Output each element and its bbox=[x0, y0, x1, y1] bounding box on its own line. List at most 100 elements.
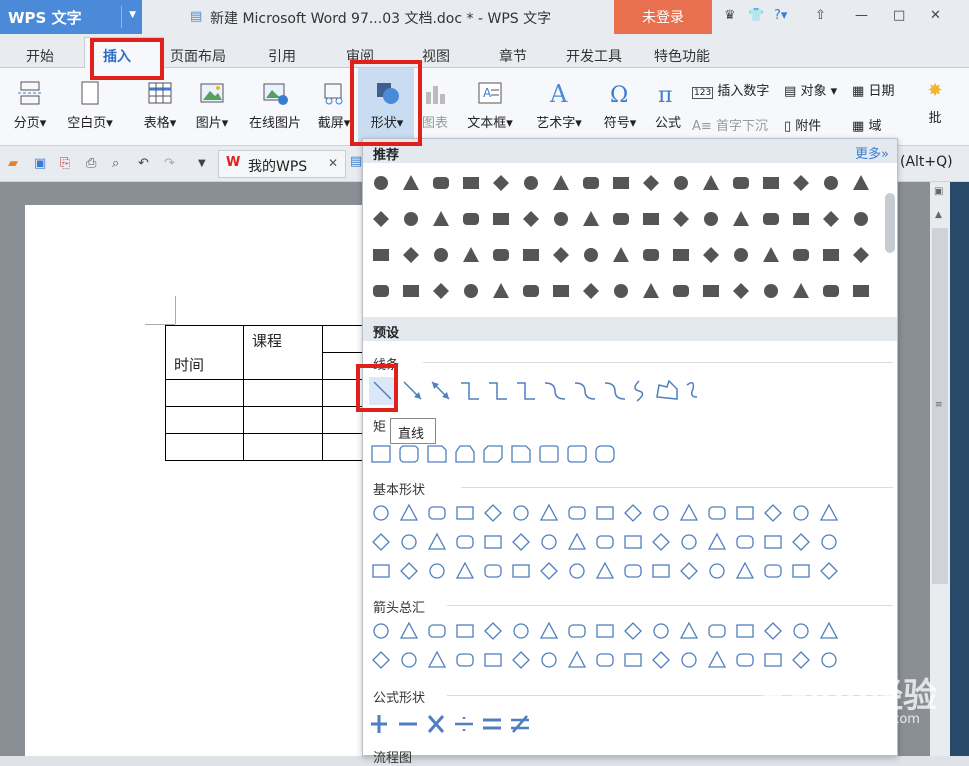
page-break-button[interactable]: 分页▾ bbox=[8, 80, 52, 131]
tab-developer[interactable]: 开发工具 bbox=[566, 46, 622, 66]
shape-option bbox=[553, 175, 569, 190]
pi-icon: π bbox=[658, 83, 672, 106]
shape-option bbox=[793, 175, 809, 191]
table-cell[interactable] bbox=[322, 433, 363, 461]
shape-option bbox=[463, 213, 479, 225]
app-menu-button[interactable]: WPS 文字 ▼ bbox=[0, 0, 142, 34]
table-cell[interactable] bbox=[243, 379, 323, 407]
section-divider bbox=[447, 605, 893, 606]
more-link[interactable]: 更多» bbox=[855, 143, 889, 162]
print-icon[interactable]: ⎙ bbox=[86, 156, 96, 171]
shape-option bbox=[512, 651, 530, 669]
insert-number-button[interactable]: 123 插入数字 bbox=[692, 80, 769, 99]
export-pdf-icon[interactable]: ⎘ bbox=[60, 156, 70, 171]
skin-icon[interactable]: ♛ bbox=[724, 8, 736, 23]
shape-option bbox=[653, 623, 669, 639]
highlight-line-shape bbox=[356, 364, 398, 412]
attachment-button[interactable]: ▯ 附件 bbox=[784, 115, 821, 134]
elbow-connector-shape bbox=[461, 382, 479, 400]
round-same-side-shape bbox=[567, 445, 587, 463]
shape-option bbox=[434, 248, 448, 262]
doc-tab-icon[interactable]: ▤ bbox=[350, 154, 362, 169]
date-button[interactable]: ▦ 日期 bbox=[852, 80, 894, 99]
shirt-icon[interactable]: 👕 bbox=[748, 8, 764, 23]
shape-option bbox=[493, 213, 509, 225]
shape-option bbox=[764, 564, 782, 578]
table-button[interactable]: 表格▾ bbox=[138, 80, 182, 131]
object-button[interactable]: ▤ 对象 ▾ bbox=[784, 80, 837, 99]
schedule-table[interactable]: 课程 时间 bbox=[165, 325, 363, 461]
textbox-button[interactable]: A 文本框▾ bbox=[462, 80, 518, 131]
scroll-up-icon[interactable]: ▲ bbox=[935, 210, 942, 220]
save-icon[interactable]: ▣ bbox=[34, 156, 46, 171]
basic-shapes-grid[interactable] bbox=[371, 503, 871, 589]
shape-option bbox=[541, 534, 557, 550]
tab-chapter[interactable]: 章节 bbox=[499, 46, 527, 66]
tab-view[interactable]: 视图 bbox=[422, 46, 450, 66]
close-icon[interactable]: ✕ bbox=[930, 8, 941, 23]
shape-option bbox=[624, 504, 642, 522]
picture-button[interactable]: 图片▾ bbox=[190, 80, 234, 131]
equal-shape bbox=[483, 718, 501, 730]
shape-option bbox=[853, 247, 869, 263]
shape-option bbox=[823, 285, 839, 297]
comment-button[interactable]: ✸ 批 bbox=[924, 80, 946, 126]
panel-scrollbar[interactable] bbox=[885, 193, 895, 253]
shape-option bbox=[403, 175, 419, 190]
drop-cap-button[interactable]: A≡ 首字下沉 bbox=[692, 115, 768, 134]
header-cell[interactable]: 课程 时间 bbox=[165, 325, 282, 380]
shape-option bbox=[428, 624, 446, 638]
shape-option bbox=[673, 285, 689, 297]
symbol-button[interactable]: Ω 符号▾ bbox=[598, 80, 642, 131]
minimize-icon[interactable]: — bbox=[855, 8, 868, 23]
chart-icon bbox=[426, 86, 445, 104]
shape-option bbox=[372, 564, 390, 578]
redo-icon[interactable]: ↷ bbox=[164, 156, 175, 171]
blank-page-button[interactable]: 空白页▾ bbox=[60, 80, 120, 131]
shape-option bbox=[703, 285, 719, 297]
tab-references[interactable]: 引用 bbox=[268, 46, 296, 66]
table-cell[interactable] bbox=[165, 379, 244, 407]
chevron-down-icon[interactable]: ▼ bbox=[129, 10, 136, 20]
table-cell[interactable] bbox=[243, 406, 323, 434]
scroll-top-icon[interactable]: ▣ bbox=[934, 186, 943, 197]
table-cell[interactable] bbox=[243, 433, 323, 461]
rectangles-row[interactable] bbox=[371, 443, 631, 469]
shape-option bbox=[823, 249, 839, 261]
shape-option bbox=[793, 249, 809, 261]
rounded-rectangle-shape bbox=[399, 445, 419, 463]
restore-up-icon[interactable]: ⇧ bbox=[815, 8, 826, 23]
shape-option bbox=[643, 249, 659, 261]
formula-button[interactable]: π 公式 bbox=[648, 80, 688, 131]
customize-dropdown-icon[interactable]: ▼ bbox=[198, 158, 206, 169]
tab-layout[interactable]: 页面布局 bbox=[170, 46, 226, 66]
table-cell[interactable] bbox=[165, 433, 244, 461]
document-page[interactable] bbox=[25, 205, 368, 756]
close-tab-icon[interactable]: ✕ bbox=[328, 156, 338, 170]
recommended-shapes-grid[interactable] bbox=[371, 173, 871, 313]
equation-shapes-row[interactable] bbox=[371, 713, 551, 737]
doc-icon: ▤ bbox=[190, 9, 203, 24]
print-preview-icon[interactable]: ⌕ bbox=[112, 156, 119, 171]
shape-option bbox=[373, 285, 389, 297]
help-icon[interactable]: ?▾ bbox=[774, 8, 787, 23]
tab-features[interactable]: 特色功能 bbox=[654, 46, 710, 66]
maximize-icon[interactable]: □ bbox=[893, 8, 905, 23]
shape-option bbox=[568, 506, 586, 520]
table-cell[interactable] bbox=[165, 406, 244, 434]
shapes-dropdown: 推荐 更多» 预设 线条 矩 基本形状 箭头总汇 公式形状 流程图 bbox=[362, 138, 898, 766]
wordart-button[interactable]: A 艺术字▾ bbox=[526, 80, 592, 131]
lines-shapes-row[interactable] bbox=[369, 377, 709, 407]
online-picture-button[interactable]: 在线图片 bbox=[242, 80, 308, 131]
shape-option bbox=[583, 211, 599, 226]
undo-icon[interactable]: ↶ bbox=[138, 156, 149, 171]
table-cell[interactable] bbox=[322, 325, 363, 353]
field-button[interactable]: ▦ 域 bbox=[852, 115, 881, 134]
number-icon: 123 bbox=[692, 87, 714, 99]
open-icon[interactable]: ▰ bbox=[8, 156, 18, 171]
shape-option bbox=[583, 283, 599, 299]
login-button[interactable]: 未登录 bbox=[614, 0, 712, 34]
chart-button[interactable]: 图表 bbox=[418, 80, 452, 131]
shape-option bbox=[427, 532, 447, 550]
tab-start[interactable]: 开始 bbox=[26, 46, 54, 66]
